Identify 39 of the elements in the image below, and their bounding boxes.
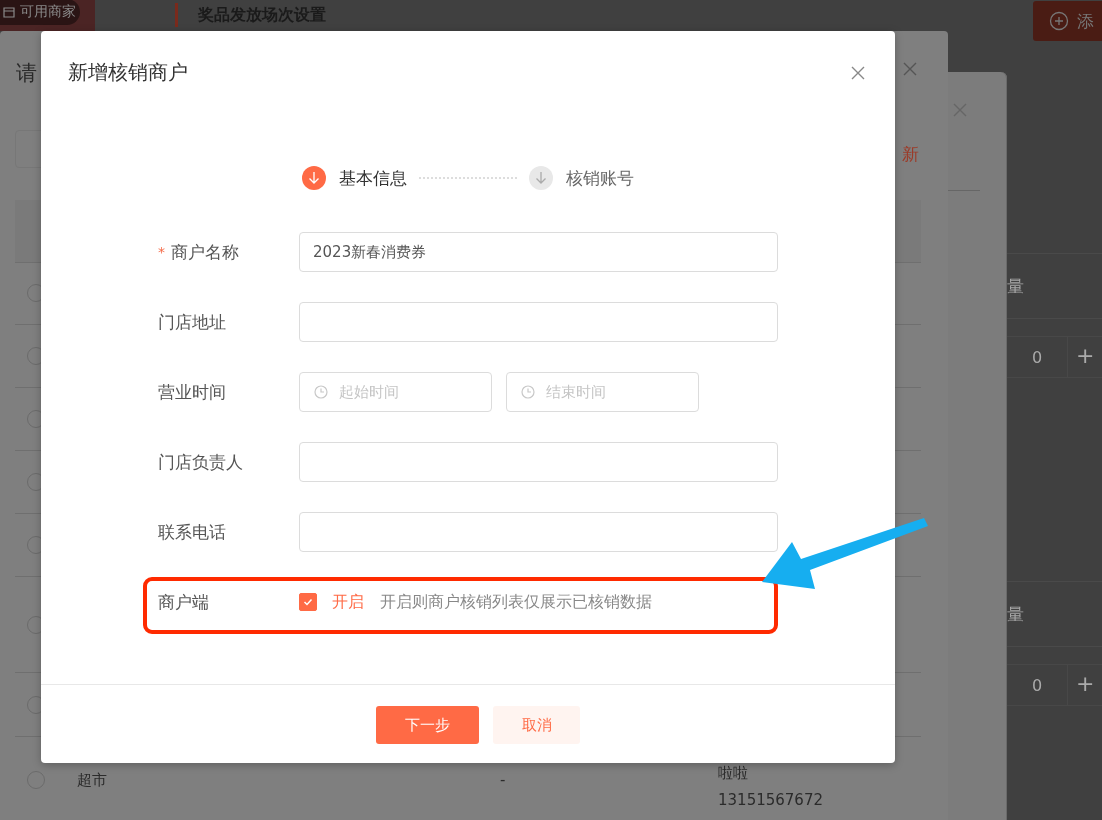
close-icon[interactable] — [903, 62, 917, 76]
table-cell: 超市 — [77, 771, 107, 790]
add-button[interactable]: 添 — [1033, 1, 1102, 41]
required-mark: * — [158, 244, 165, 260]
table-cell: - — [500, 771, 506, 789]
check-icon — [302, 596, 314, 608]
close-icon[interactable] — [851, 65, 865, 80]
shop-icon — [2, 4, 16, 19]
merchant-badge[interactable]: 可用商家 — [0, 0, 80, 25]
table-cell: 13151567672 — [718, 791, 823, 809]
text-field[interactable] — [299, 302, 778, 342]
panel-title: 请 — [16, 60, 37, 87]
step-label[interactable]: 基本信息 — [339, 166, 407, 190]
text-field[interactable]: 2023新春消费券 — [299, 232, 778, 272]
text-field[interactable] — [299, 442, 778, 482]
field-label: 联系电话 — [158, 520, 226, 544]
time-picker[interactable]: 起始时间 — [299, 372, 492, 412]
field-label: 商户名称 — [171, 240, 239, 264]
field-label: 门店负责人 — [158, 450, 243, 474]
plus-button[interactable]: + — [1067, 665, 1095, 705]
dialog-title: 新增核销商户 — [68, 59, 188, 86]
text-field[interactable] — [299, 512, 778, 552]
plus-circle-icon — [1049, 11, 1069, 31]
checkbox-label[interactable]: 开启 — [332, 591, 364, 613]
field-label: 商户端 — [158, 590, 209, 614]
plus-button[interactable]: + — [1067, 337, 1095, 377]
quantity-value: 0 — [1030, 347, 1044, 367]
step-label[interactable]: 核销账号 — [566, 166, 634, 190]
quantity-value: 0 — [1030, 675, 1044, 695]
checkbox[interactable] — [299, 593, 317, 611]
field-label: 门店地址 — [158, 310, 226, 334]
hint-text: 开启则商户核销列表仅展示已核销数据 — [380, 591, 652, 613]
next-button[interactable]: 下一步 — [376, 706, 479, 744]
table-cell-text: 啦啦 — [718, 764, 749, 783]
cancel-button[interactable]: 取消 — [493, 706, 580, 744]
field-label: 营业时间 — [158, 380, 226, 404]
time-picker[interactable]: 结束时间 — [506, 372, 699, 412]
column-header: 量 — [1007, 274, 1024, 298]
column-header: 量 — [1007, 602, 1024, 626]
